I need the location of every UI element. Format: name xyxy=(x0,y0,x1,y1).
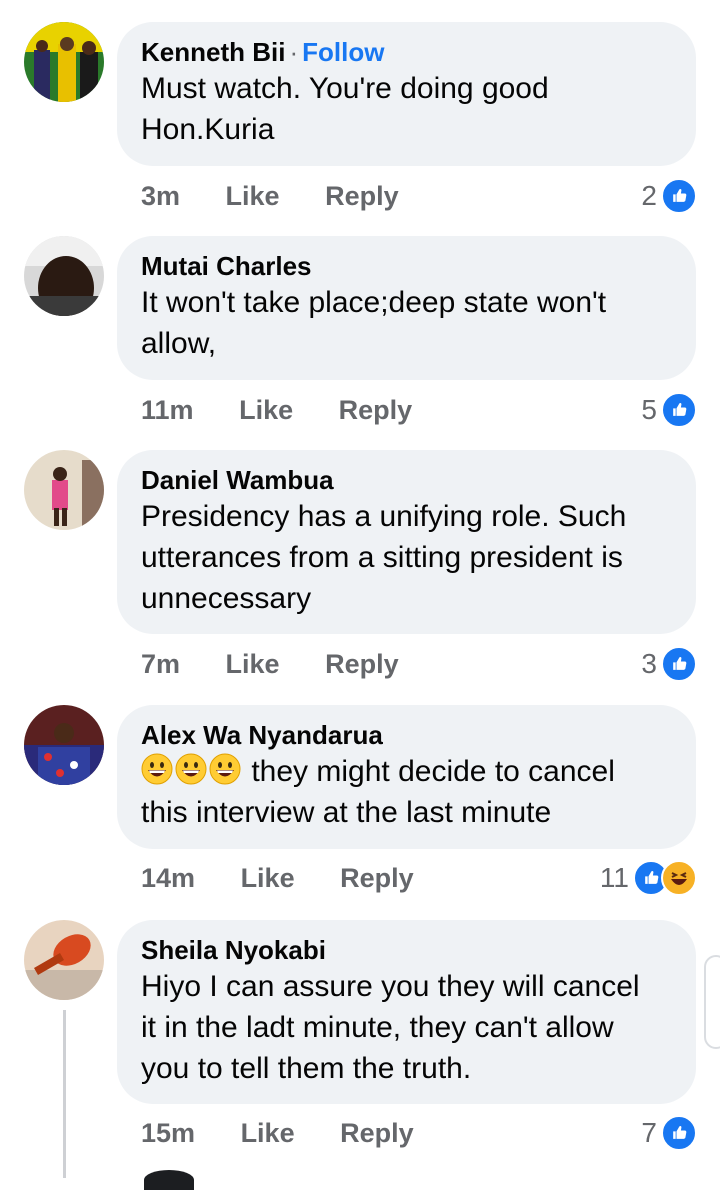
like-button[interactable]: Like xyxy=(241,1113,295,1153)
reaction-count: 3 xyxy=(641,648,657,679)
comment-meta: 3m Like Reply 2 xyxy=(141,176,701,216)
comment-author[interactable]: Sheila Nyokabi xyxy=(141,934,674,966)
comment-author[interactable]: Mutai Charles xyxy=(141,250,674,282)
reaction-summary[interactable]: 7 xyxy=(641,1113,697,1153)
comment-text-line: you to tell them the truth. xyxy=(141,1052,472,1085)
reply-thread-line xyxy=(63,1010,66,1178)
comment-bubble: Alex Wa Nyandarua they might decide to c… xyxy=(117,705,696,849)
comment-time[interactable]: 15m xyxy=(141,1113,195,1153)
comment-text: Presidency has a unifying role. Such utt… xyxy=(141,496,674,619)
reaction-summary[interactable]: 3 xyxy=(641,644,697,684)
comment-text: It won't take place;deep state won't all… xyxy=(141,282,674,364)
haha-icon xyxy=(661,860,697,896)
like-icon xyxy=(661,646,697,682)
comment-bubble: Daniel Wambua Presidency has a unifying … xyxy=(117,450,696,634)
reaction-count: 5 xyxy=(641,394,657,425)
separator-dot: · xyxy=(289,37,299,67)
like-button[interactable]: Like xyxy=(239,390,293,430)
grinning-face-emoji xyxy=(209,753,241,785)
like-icon xyxy=(661,1115,697,1151)
like-icon xyxy=(661,178,697,214)
reply-button[interactable]: Reply xyxy=(325,644,399,684)
reaction-count: 7 xyxy=(641,1117,657,1148)
comment-text-line: it in the ladt minute, they can't allow xyxy=(141,1011,614,1044)
reply-button[interactable]: Reply xyxy=(340,858,414,898)
reaction-summary[interactable]: 11 xyxy=(600,858,697,898)
comment-bubble: Mutai Charles It won't take place;deep s… xyxy=(117,236,696,380)
like-button[interactable]: Like xyxy=(226,644,280,684)
comment-meta: 11m Like Reply 5 xyxy=(141,390,701,430)
comment-meta: 7m Like Reply 3 xyxy=(141,644,701,684)
comment-meta: 14m Like Reply 11 xyxy=(141,858,701,898)
comment-time[interactable]: 7m xyxy=(141,644,180,684)
comment-time[interactable]: 3m xyxy=(141,176,180,216)
comment-text: Hiyo I can assure you they will cancel i… xyxy=(141,966,674,1089)
reply-avatar-partial xyxy=(144,1170,194,1190)
scroll-edge-panel xyxy=(704,955,720,1049)
comment-meta: 15m Like Reply 7 xyxy=(141,1113,701,1153)
comment-author[interactable]: Kenneth Bii xyxy=(141,37,285,67)
follow-button[interactable]: Follow xyxy=(302,37,384,67)
comment-text-line: It won't take place;deep state won't xyxy=(141,286,607,319)
reaction-summary[interactable]: 2 xyxy=(641,176,697,216)
grinning-face-emoji xyxy=(141,753,173,785)
comment-text-span: they might decide to cancel xyxy=(251,755,615,788)
reply-button[interactable]: Reply xyxy=(339,390,413,430)
reply-button[interactable]: Reply xyxy=(325,176,399,216)
like-icon xyxy=(661,392,697,428)
comment-text-line: Must watch. You're doing good xyxy=(141,72,549,105)
comment-bubble: Kenneth Bii · Follow Must watch. You're do… xyxy=(117,22,696,166)
like-button[interactable]: Like xyxy=(226,176,280,216)
comment-text-line: they might decide to cancel xyxy=(141,751,674,792)
like-button[interactable]: Like xyxy=(241,858,295,898)
comment-text: Must watch. You're doing good Hon.Kuria xyxy=(141,68,674,150)
comment-author-row: Kenneth Bii · Follow xyxy=(141,36,674,68)
avatar[interactable] xyxy=(24,236,104,316)
comment-text-line: Presidency has a unifying role. Such xyxy=(141,500,627,533)
comment-time[interactable]: 11m xyxy=(141,390,194,430)
reply-button[interactable]: Reply xyxy=(340,1113,414,1153)
comment-bubble: Sheila Nyokabi Hiyo I can assure you the… xyxy=(117,920,696,1104)
comment-text-line: utterances from a sitting president is xyxy=(141,541,623,574)
avatar[interactable] xyxy=(24,920,104,1000)
comment-author[interactable]: Alex Wa Nyandarua xyxy=(141,719,674,751)
comment-text-line: Hon.Kuria xyxy=(141,113,275,146)
avatar[interactable] xyxy=(24,450,104,530)
avatar[interactable] xyxy=(24,22,104,102)
comment-text: they might decide to cancel this intervi… xyxy=(141,751,674,833)
reaction-count: 2 xyxy=(641,180,657,211)
comment-text-line: allow, xyxy=(141,327,217,360)
comment-text-line: this interview at the last minute xyxy=(141,796,552,829)
comment-text-line: Hiyo I can assure you they will cancel xyxy=(141,970,640,1003)
comment-text-line: unnecessary xyxy=(141,582,312,615)
grinning-face-emoji xyxy=(175,753,207,785)
avatar[interactable] xyxy=(24,705,104,785)
reaction-summary[interactable]: 5 xyxy=(641,390,697,430)
comment-author[interactable]: Daniel Wambua xyxy=(141,464,674,496)
comment-time[interactable]: 14m xyxy=(141,858,195,898)
reaction-count: 11 xyxy=(599,862,629,893)
